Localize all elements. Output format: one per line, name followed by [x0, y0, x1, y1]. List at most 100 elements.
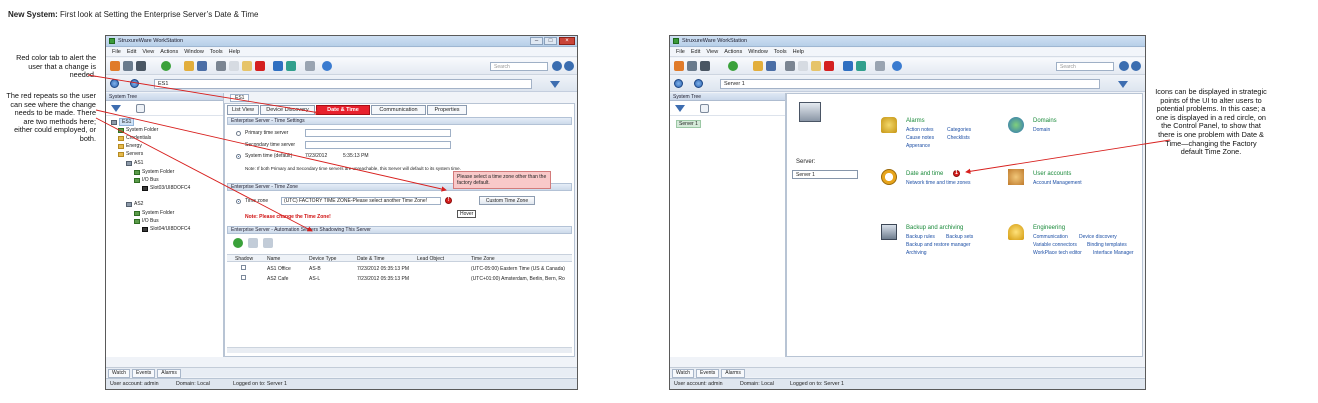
print-icon[interactable] — [305, 61, 315, 71]
add-icon[interactable] — [161, 61, 171, 71]
help-icon[interactable] — [322, 61, 332, 71]
workspace-icon[interactable] — [687, 61, 697, 71]
delete-icon[interactable] — [255, 61, 265, 71]
tab-communication[interactable]: Communication — [371, 105, 426, 115]
close-button[interactable]: × — [559, 37, 575, 45]
sync-icon[interactable] — [856, 61, 866, 71]
col-shadow[interactable]: Shadow — [235, 255, 253, 263]
open-folder-icon[interactable] — [753, 61, 763, 71]
refresh-icon[interactable] — [233, 238, 243, 248]
menu-view[interactable]: View — [142, 49, 154, 55]
tree-node-as1-system-folder[interactable]: System Folder — [134, 169, 174, 175]
primary-time-field[interactable] — [305, 129, 451, 137]
paste-icon[interactable] — [242, 61, 252, 71]
link-categories[interactable]: Categories — [947, 127, 971, 133]
tree-node-as2[interactable]: AS2 — [126, 201, 143, 207]
shadow-checkbox[interactable] — [241, 265, 246, 270]
tree-node-as2-system-folder[interactable]: System Folder — [134, 210, 174, 216]
tree-settings-icon[interactable] — [136, 104, 145, 113]
undo-icon[interactable] — [273, 61, 283, 71]
search-icon[interactable] — [552, 61, 562, 71]
menu-help[interactable]: Help — [793, 49, 804, 55]
tree-node-credentials[interactable]: Credentials — [118, 135, 151, 141]
open-folder-icon[interactable] — [184, 61, 194, 71]
tab-alarms[interactable]: Alarms — [157, 369, 181, 378]
menu-window[interactable]: Window — [184, 49, 204, 55]
server-select[interactable]: Server 1 — [792, 170, 858, 179]
col-lead-object[interactable]: Lead Object — [417, 255, 444, 263]
link-archiving[interactable]: Archiving — [906, 250, 927, 256]
tree-node-system-folder[interactable]: System Folder — [118, 127, 158, 133]
add-icon[interactable] — [728, 61, 738, 71]
home-icon[interactable] — [674, 61, 684, 71]
tree-filter-icon[interactable] — [111, 105, 121, 112]
date-and-time-heading[interactable]: Date and time — [906, 171, 943, 177]
address-bar[interactable]: ES1 — [154, 79, 532, 89]
forward-icon[interactable] — [130, 79, 139, 88]
tab-watch[interactable]: Watch — [672, 369, 694, 378]
cut-icon[interactable] — [216, 61, 226, 71]
back-icon[interactable] — [110, 79, 119, 88]
help-icon[interactable] — [892, 61, 902, 71]
zoom-icon[interactable] — [564, 61, 574, 71]
menu-edit[interactable]: Edit — [691, 49, 700, 55]
tree-node-slot04[interactable]: Slot04/UI8DOFC4 — [142, 226, 190, 232]
tab-date-time[interactable]: Date & Time — [316, 105, 370, 115]
back-icon[interactable] — [674, 79, 683, 88]
col-device-type[interactable]: Device Type — [309, 255, 336, 263]
backup-heading[interactable]: Backup and archiving — [906, 225, 963, 231]
link-apperance[interactable]: Apperance — [906, 143, 930, 149]
tree-node-as2-io-bus[interactable]: I/O Bus — [134, 218, 159, 224]
tree-node-servers[interactable]: Servers — [118, 151, 143, 157]
sync-icon[interactable] — [286, 61, 296, 71]
monitor-icon[interactable] — [136, 61, 146, 71]
zoom-icon[interactable] — [1131, 61, 1141, 71]
menu-window[interactable]: Window — [748, 49, 768, 55]
save-icon[interactable] — [766, 61, 776, 71]
tree-node-as1-io-bus[interactable]: I/O Bus — [134, 177, 159, 183]
link-device-discovery[interactable]: Device discovery — [1079, 234, 1117, 240]
tree-node-es1[interactable]: ES1 — [111, 118, 135, 126]
tab-list-view[interactable]: List View — [227, 105, 259, 115]
tree-node-energy[interactable]: Energy — [118, 143, 142, 149]
col-name[interactable]: Name — [267, 255, 280, 263]
link-checklists[interactable]: Checklists — [947, 135, 970, 141]
link-interface-manager[interactable]: Interface Manager — [1093, 250, 1134, 256]
menu-actions[interactable]: Actions — [724, 49, 742, 55]
search-input[interactable]: Search — [490, 62, 548, 71]
menu-tools[interactable]: Tools — [210, 49, 223, 55]
document-tab-es1[interactable]: ES1 — [230, 94, 250, 102]
copy-icon[interactable] — [229, 61, 239, 71]
search-input[interactable]: Search — [1056, 62, 1114, 71]
col-date-time[interactable]: Date & Time — [357, 255, 385, 263]
table-row[interactable]: AS1 Office AS-B 7/23/2012 05:35:13 PM (U… — [227, 265, 572, 274]
domains-heading[interactable]: Domains — [1033, 118, 1057, 124]
home-icon[interactable] — [110, 61, 120, 71]
menu-actions[interactable]: Actions — [160, 49, 178, 55]
tab-events[interactable]: Events — [695, 369, 720, 378]
tree-node-as1[interactable]: AS1 — [126, 160, 143, 166]
maximize-button[interactable]: □ — [544, 37, 557, 45]
menu-help[interactable]: Help — [229, 49, 240, 55]
table-row[interactable]: AS2 Cafe AS-L 7/23/2012 05:35:13 PM (UTC… — [227, 275, 572, 284]
menu-view[interactable]: View — [706, 49, 718, 55]
forward-icon[interactable] — [694, 79, 703, 88]
link-backup-sets[interactable]: Backup sets — [946, 234, 973, 240]
tab-alarms[interactable]: Alarms — [721, 369, 745, 378]
delete-icon[interactable] — [824, 61, 834, 71]
monitor-icon[interactable] — [700, 61, 710, 71]
link-backup-restore[interactable]: Backup and restore manager — [906, 242, 970, 248]
print-icon[interactable] — [875, 61, 885, 71]
link-action-notes[interactable]: Action notes — [906, 127, 934, 133]
link-account-management[interactable]: Account Management — [1033, 180, 1082, 186]
primary-time-radio[interactable] — [236, 131, 241, 136]
horizontal-scrollbar[interactable] — [227, 347, 572, 353]
tab-watch[interactable]: Watch — [108, 369, 130, 378]
link-backup-rules[interactable]: Backup rules — [906, 234, 935, 240]
secondary-time-field[interactable] — [305, 141, 451, 149]
link-domain[interactable]: Domain — [1033, 127, 1050, 133]
filter-icon[interactable] — [1118, 81, 1128, 88]
link-variable-connectors[interactable]: Variable connectors — [1033, 242, 1077, 248]
engineering-heading[interactable]: Engineering — [1033, 225, 1065, 231]
minimize-button[interactable]: – — [530, 37, 543, 45]
